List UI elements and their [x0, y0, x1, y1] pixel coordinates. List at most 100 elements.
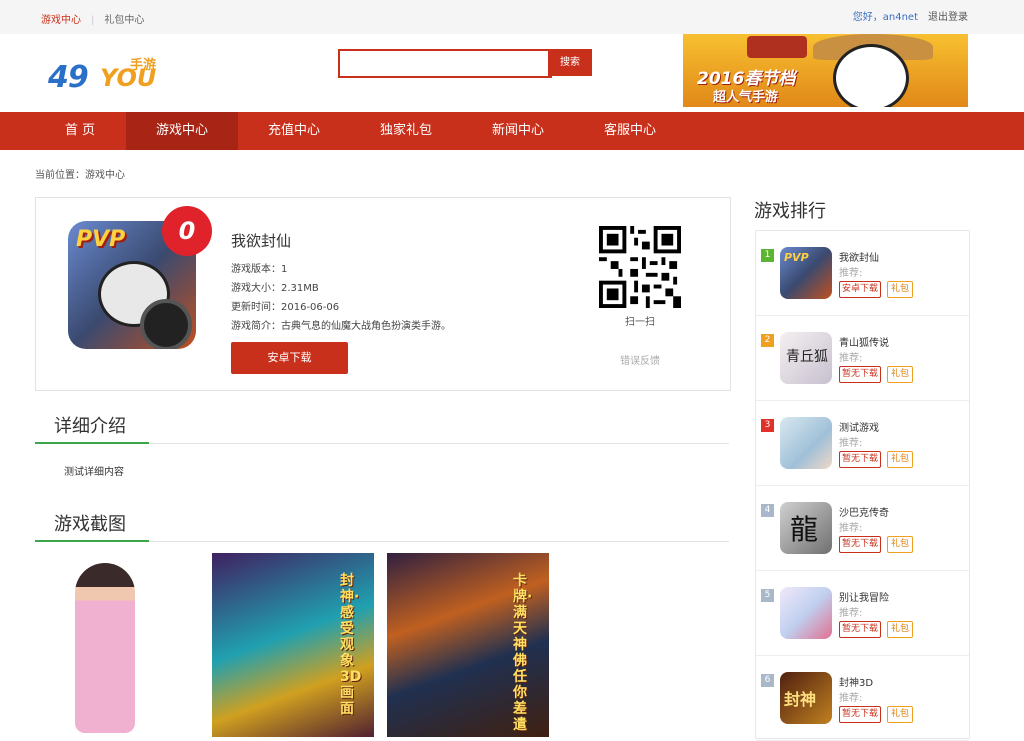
- rank-icon-label: 封神: [784, 690, 817, 709]
- rank-recommend: 推荐:: [839, 608, 863, 619]
- nav-game-center[interactable]: 游戏中心: [126, 112, 238, 150]
- rank-recommend: 推荐:: [839, 693, 863, 704]
- score-badge: 0: [162, 206, 212, 256]
- ranking-item[interactable]: 3 测试游戏 推荐: 暂无下载 礼包: [756, 401, 969, 486]
- character-figure: [75, 563, 135, 733]
- breadcrumb: 当前位置：游戏中心: [35, 170, 125, 181]
- rank-download-button[interactable]: 暂无下载: [839, 366, 882, 383]
- game-size: 游戏大小：2.31MB: [231, 283, 319, 294]
- main-nav: 首 页 游戏中心 充值中心 独家礼包 新闻中心 客服中心: [0, 112, 1024, 150]
- game-intro: 游戏简介：古典气息的仙魔大战角色扮演类手游。: [231, 321, 451, 332]
- nav-service[interactable]: 客服中心: [574, 112, 686, 150]
- detail-section-header: 详细介绍: [35, 407, 729, 444]
- ranking-item[interactable]: 4 龍 沙巴克传奇 推荐: 暂无下载 礼包: [756, 486, 969, 571]
- game-icon: 龍: [780, 502, 832, 554]
- banner-panda: [833, 44, 909, 107]
- game-info-box: PVP 0 我欲封仙 游戏版本：1 游戏大小：2.31MB 更新时间：2016-…: [35, 197, 731, 391]
- ranking-list: 1 PVP 我欲封仙 推荐: 安卓下载 礼包 2 青丘狐 青山狐传说 推荐: 暂…: [755, 230, 970, 741]
- search-button[interactable]: 搜索: [548, 49, 592, 76]
- qr-caption: 扫一扫: [625, 317, 655, 328]
- rank-download-button[interactable]: 安卓下载: [839, 281, 882, 298]
- top-bar: 游戏中心 | 礼包中心 您好，an4net 退出登录: [0, 0, 1024, 35]
- rank-gift-button[interactable]: 礼包: [887, 621, 914, 638]
- rank-download-button[interactable]: 暂无下载: [839, 706, 882, 723]
- search-input[interactable]: [338, 49, 552, 78]
- detail-title: 详细介绍: [54, 416, 126, 437]
- rank-number: 6: [761, 674, 774, 687]
- ranking-title: 游戏排行: [754, 201, 826, 222]
- rank-gift-button[interactable]: 礼包: [887, 451, 914, 468]
- game-icon: PVP: [780, 247, 832, 299]
- banner-logo: [747, 36, 807, 58]
- search-bar: 搜索: [338, 49, 592, 78]
- game-icon-label: PVP: [76, 227, 126, 252]
- detail-content: 测试详细内容: [64, 467, 124, 478]
- rank-gift-button[interactable]: 礼包: [887, 366, 914, 383]
- logo-suffix: 手游: [130, 58, 157, 73]
- rank-icon-label: PVP: [784, 251, 809, 264]
- screenshot-3-text: 卡牌·满天神佛任你差遣: [513, 573, 533, 733]
- rank-gift-button[interactable]: 礼包: [887, 536, 914, 553]
- ranking-item[interactable]: 2 青丘狐 青山狐传说 推荐: 暂无下载 礼包: [756, 316, 969, 401]
- error-report-link[interactable]: 错误反馈: [599, 352, 681, 367]
- nav-home[interactable]: 首 页: [24, 112, 136, 150]
- game-icon: [780, 417, 832, 469]
- game-updated: 更新时间：2016-06-06: [231, 302, 340, 313]
- qr-code: [599, 226, 681, 308]
- top-link-gift-center[interactable]: 礼包中心: [104, 15, 144, 26]
- rank-recommend: 推荐:: [839, 268, 863, 279]
- rank-game-name[interactable]: 测试游戏: [839, 419, 879, 434]
- screenshot-2-text: 封神·感受观象3D画面: [340, 573, 362, 717]
- rank-game-name[interactable]: 封神3D: [839, 674, 873, 689]
- android-download-button[interactable]: 安卓下载: [231, 342, 348, 374]
- rank-game-name[interactable]: 沙巴克传奇: [839, 504, 889, 519]
- rank-icon-label: 龍: [790, 513, 819, 546]
- rank-recommend: 推荐:: [839, 353, 863, 364]
- rank-number: 4: [761, 504, 774, 517]
- nav-gifts[interactable]: 独家礼包: [350, 112, 462, 150]
- game-version: 游戏版本：1: [231, 264, 288, 275]
- rank-recommend: 推荐:: [839, 523, 863, 534]
- rank-number: 2: [761, 334, 774, 347]
- ranking-item[interactable]: 6 封神 封神3D 推荐: 暂无下载 礼包: [756, 656, 969, 741]
- rank-number: 3: [761, 419, 774, 432]
- rank-recommend: 推荐:: [839, 438, 863, 449]
- rank-gift-button[interactable]: 礼包: [887, 281, 914, 298]
- rank-download-button[interactable]: 暂无下载: [839, 536, 882, 553]
- screenshots-title: 游戏截图: [54, 514, 126, 535]
- rank-icon-label: 青丘狐: [786, 349, 828, 365]
- top-link-game-center[interactable]: 游戏中心: [41, 15, 81, 26]
- rank-download-button[interactable]: 暂无下载: [839, 621, 882, 638]
- logo-number: 49: [48, 60, 89, 95]
- site-logo[interactable]: 49 YOU 手游: [48, 54, 170, 96]
- screenshot-1[interactable]: [35, 553, 197, 737]
- banner-line2: 超人气手游: [713, 90, 779, 105]
- title-underline: [35, 540, 149, 542]
- ranking-item[interactable]: 1 PVP 我欲封仙 推荐: 安卓下载 礼包: [756, 231, 969, 316]
- rank-game-name[interactable]: 青山狐传说: [839, 334, 889, 349]
- screenshot-3[interactable]: 卡牌·满天神佛任你差遣: [387, 553, 549, 737]
- game-title: 我欲封仙: [231, 232, 292, 250]
- rank-gift-button[interactable]: 礼包: [887, 706, 914, 723]
- nav-news[interactable]: 新闻中心: [462, 112, 574, 150]
- game-icon: 封神: [780, 672, 832, 724]
- ranking-item[interactable]: 5 别让我冒险 推荐: 暂无下载 礼包: [756, 571, 969, 656]
- screenshots-section-header: 游戏截图: [35, 505, 729, 542]
- top-links: 游戏中心 | 礼包中心: [41, 11, 144, 26]
- title-underline: [35, 442, 149, 444]
- screenshot-2[interactable]: 封神·感受观象3D画面: [212, 553, 374, 737]
- nav-recharge[interactable]: 充值中心: [238, 112, 350, 150]
- logout-link[interactable]: 退出登录: [928, 12, 968, 23]
- rank-number: 1: [761, 249, 774, 262]
- user-area: 您好，an4net 退出登录: [853, 8, 968, 23]
- header: 49 YOU 手游 搜索 2016春节档 超人气手游: [0, 34, 1024, 112]
- rank-game-name[interactable]: 我欲封仙: [839, 249, 879, 264]
- rank-game-name[interactable]: 别让我冒险: [839, 589, 889, 604]
- divider: |: [91, 15, 95, 26]
- promo-banner[interactable]: 2016春节档 超人气手游: [683, 34, 968, 107]
- wheel: [140, 299, 192, 349]
- rank-download-button[interactable]: 暂无下载: [839, 451, 882, 468]
- rank-number: 5: [761, 589, 774, 602]
- user-greeting[interactable]: 您好，an4net: [853, 12, 918, 23]
- game-icon: [780, 587, 832, 639]
